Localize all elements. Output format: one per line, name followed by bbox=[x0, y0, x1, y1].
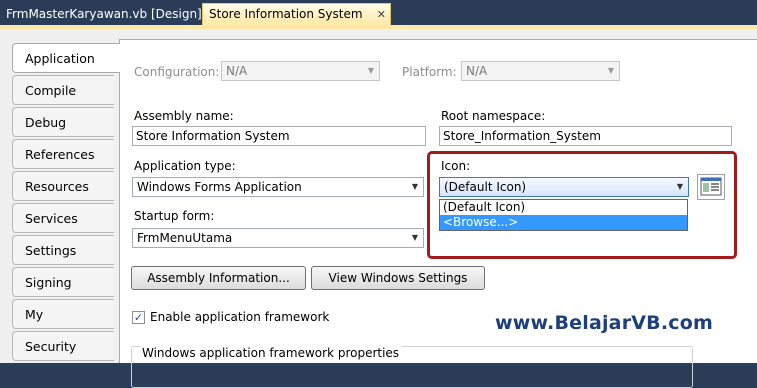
platform-label: Platform: bbox=[402, 65, 457, 79]
icon-option-default[interactable]: (Default Icon) bbox=[440, 200, 687, 215]
assembly-name-input[interactable]: Store Information System bbox=[132, 126, 426, 146]
document-tab-bar: FrmMasterKaryawan.vb [Design] Store Info… bbox=[0, 0, 757, 26]
enable-framework-label: Enable application framework bbox=[150, 310, 330, 324]
window-icon bbox=[700, 177, 722, 196]
nav-item-resources[interactable]: Resources bbox=[12, 171, 114, 201]
icon-label: Icon: bbox=[441, 159, 471, 173]
nav-item-signing[interactable]: Signing bbox=[12, 267, 114, 297]
icon-dropdown-list: (Default Icon) <Browse...> bbox=[439, 199, 688, 231]
application-type-label: Application type: bbox=[134, 159, 236, 173]
assembly-name-value: Store Information System bbox=[136, 129, 290, 143]
nav-item-label: Compile bbox=[25, 83, 77, 98]
close-icon[interactable]: ✕ bbox=[376, 4, 386, 25]
configuration-combo: N/A ▼ bbox=[221, 61, 380, 81]
nav-item-my-extensions[interactable]: My Extensions bbox=[12, 299, 114, 352]
startup-form-value: FrmMenuUtama bbox=[137, 231, 233, 245]
nav-item-settings[interactable]: Settings bbox=[12, 235, 114, 265]
nav-item-compile[interactable]: Compile bbox=[12, 75, 114, 105]
icon-combo[interactable]: (Default Icon) ▼ bbox=[439, 177, 689, 197]
nav-item-label: Resources bbox=[25, 179, 89, 194]
nav-item-label: Security bbox=[25, 339, 77, 354]
chevron-down-icon: ▼ bbox=[676, 182, 684, 191]
watermark-text: www.BelajarVB.com bbox=[495, 312, 713, 334]
framework-properties-title: Windows application framework properties bbox=[140, 346, 402, 360]
tab-store-information-system[interactable]: Store Information System ✕ bbox=[202, 3, 392, 25]
nav-item-label: Application bbox=[25, 51, 95, 66]
properties-nav: Application Compile Debug References Res… bbox=[0, 29, 120, 363]
icon-value: (Default Icon) bbox=[444, 180, 527, 194]
chevron-down-icon: ▼ bbox=[607, 66, 615, 75]
startup-form-label: Startup form: bbox=[134, 209, 215, 223]
tab-frmmasterkaryawan[interactable]: FrmMasterKaryawan.vb [Design] bbox=[0, 3, 208, 25]
assembly-name-label: Assembly name: bbox=[134, 109, 234, 123]
nav-item-services[interactable]: Services bbox=[12, 203, 114, 233]
root-namespace-label: Root namespace: bbox=[441, 109, 546, 123]
nav-item-label: Debug bbox=[25, 115, 67, 130]
root-namespace-input[interactable]: Store_Information_System bbox=[439, 126, 732, 146]
tab-label: FrmMasterKaryawan.vb [Design] bbox=[6, 7, 202, 21]
nav-item-application[interactable]: Application bbox=[12, 43, 120, 73]
icon-option-browse[interactable]: <Browse...> bbox=[440, 215, 687, 230]
configuration-value: N/A bbox=[226, 64, 248, 78]
nav-item-label: Signing bbox=[25, 275, 72, 290]
application-type-combo[interactable]: Windows Forms Application ▼ bbox=[132, 177, 424, 197]
application-type-value: Windows Forms Application bbox=[137, 180, 302, 194]
nav-item-debug[interactable]: Debug bbox=[12, 107, 114, 137]
chevron-down-icon: ▼ bbox=[411, 233, 419, 242]
assembly-information-button[interactable]: Assembly Information... bbox=[131, 266, 306, 290]
nav-item-references[interactable]: References bbox=[12, 139, 114, 169]
nav-item-security[interactable]: Security bbox=[12, 331, 114, 361]
nav-item-label: Settings bbox=[25, 243, 77, 258]
chevron-down-icon: ▼ bbox=[367, 66, 375, 75]
startup-form-combo[interactable]: FrmMenuUtama ▼ bbox=[132, 228, 424, 248]
configuration-label: Configuration: bbox=[134, 65, 220, 79]
root-namespace-value: Store_Information_System bbox=[443, 129, 601, 143]
nav-item-label: References bbox=[25, 147, 95, 162]
nav-item-label: Services bbox=[25, 211, 78, 226]
platform-combo: N/A ▼ bbox=[461, 61, 620, 81]
chevron-down-icon: ▼ bbox=[411, 182, 419, 191]
view-windows-settings-button[interactable]: View Windows Settings bbox=[311, 266, 485, 290]
app-icon-preview bbox=[697, 174, 725, 200]
tab-label: Store Information System bbox=[209, 7, 363, 21]
enable-framework-checkbox[interactable]: ✓ bbox=[132, 311, 145, 324]
platform-value: N/A bbox=[466, 64, 488, 78]
